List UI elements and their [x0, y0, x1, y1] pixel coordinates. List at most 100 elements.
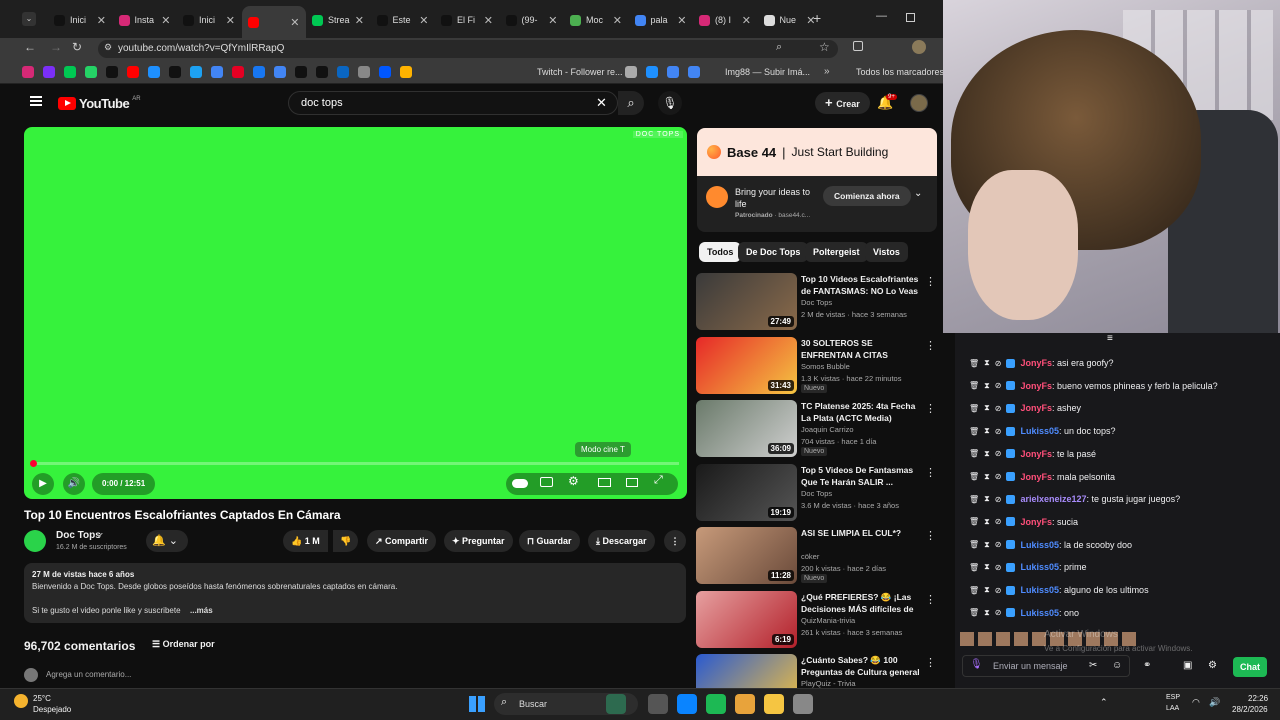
- video-channel[interactable]: Somos Bubble: [801, 362, 850, 371]
- bookmark-icon[interactable]: [253, 66, 265, 78]
- lang1[interactable]: ESP: [1166, 694, 1180, 701]
- chat-settings-icon[interactable]: ⚙: [1208, 660, 1217, 671]
- timeout-icon[interactable]: ⧗: [984, 358, 990, 368]
- ask-button[interactable]: ✦ Preguntar: [444, 530, 513, 552]
- reload-icon[interactable]: ↻: [72, 40, 82, 54]
- tab-close-icon[interactable]: ✕: [226, 14, 235, 27]
- chrome-icon[interactable]: [735, 694, 755, 714]
- more-options-icon[interactable]: ⋮: [925, 339, 936, 352]
- theater-mode-icon[interactable]: [598, 478, 611, 487]
- bookmark-icon[interactable]: [295, 66, 307, 78]
- recommended-video[interactable]: 31:43 30 SOLTEROS SE ENFRENTAN A CITAS RA…: [696, 336, 936, 395]
- dislike-button[interactable]: 👎: [333, 530, 359, 552]
- more-options-icon[interactable]: ⋮: [925, 529, 936, 542]
- bookmark-icon[interactable]: [400, 66, 412, 78]
- video-title[interactable]: Top 5 Videos De Fantasmas Que Te Harán S…: [801, 464, 926, 488]
- recommended-video[interactable]: 19:19 Top 5 Videos De Fantasmas Que Te Ha…: [696, 463, 936, 522]
- ban-icon[interactable]: ⊘: [995, 381, 1002, 390]
- search-button[interactable]: ⌕: [618, 91, 644, 115]
- bookmark-icon[interactable]: [337, 66, 349, 78]
- delete-icon[interactable]: 🗑: [969, 427, 979, 436]
- browser-tab[interactable]: (99- ✕: [500, 9, 564, 31]
- clock-time[interactable]: 22:26: [1248, 694, 1268, 703]
- browser-tab[interactable]: ✕: [241, 6, 306, 38]
- video-thumbnail[interactable]: 11:28: [696, 527, 797, 584]
- new-tab-button[interactable]: +: [813, 10, 821, 26]
- bookmark-icon[interactable]: [646, 66, 658, 78]
- clear-search-icon[interactable]: ✕: [596, 95, 607, 111]
- create-button[interactable]: + Crear: [815, 92, 870, 114]
- delete-icon[interactable]: 🗑: [969, 517, 979, 526]
- video-title[interactable]: ASI SE LIMPIA EL CUL*?: [801, 527, 926, 539]
- chip-all[interactable]: Todos: [699, 242, 742, 262]
- bookmark-img88[interactable]: Img88 — Subir Imá...: [725, 67, 810, 77]
- delete-icon[interactable]: 🗑: [969, 472, 979, 481]
- browser-tab[interactable]: (8) I ✕: [693, 9, 757, 31]
- bookmark-icon[interactable]: [85, 66, 97, 78]
- browser-tab[interactable]: Este ✕: [371, 9, 435, 31]
- timeout-icon[interactable]: ⧗: [984, 403, 990, 413]
- ban-icon[interactable]: ⊘: [995, 359, 1002, 368]
- channel-avatar[interactable]: [24, 530, 46, 552]
- tab-close-icon[interactable]: ✕: [548, 14, 557, 27]
- timeout-icon[interactable]: ⧗: [984, 540, 990, 550]
- bookmark-icon[interactable]: [190, 66, 202, 78]
- bookmark-icon[interactable]: [106, 66, 118, 78]
- delete-icon[interactable]: 🗑: [969, 608, 979, 617]
- tray-chevron-icon[interactable]: ⌃: [1100, 697, 1108, 708]
- delete-icon[interactable]: 🗑: [969, 495, 979, 504]
- chat-username[interactable]: JonyFs: [1020, 381, 1052, 391]
- ban-icon[interactable]: ⊘: [995, 404, 1002, 413]
- bookmark-icon[interactable]: [625, 66, 637, 78]
- recommended-video[interactable]: 11:28 ASI SE LIMPIA EL CUL*? cöker 200 k vi…: [696, 527, 936, 585]
- timeout-icon[interactable]: ⧗: [984, 449, 990, 459]
- video-thumbnail[interactable]: 19:19: [696, 463, 797, 521]
- video-player[interactable]: DOC TOPS Modo cine T ▶ 🔊 0:00 / 12:51 ⚙ …: [24, 127, 687, 499]
- video-thumbnail[interactable]: 36:09: [696, 400, 797, 457]
- chat-username[interactable]: JonyFs: [1020, 472, 1052, 482]
- bookmark-twitch[interactable]: Twitch - Follower re...: [537, 67, 623, 77]
- timeout-icon[interactable]: ⧗: [984, 585, 990, 595]
- bookmark-icon[interactable]: [358, 66, 370, 78]
- fullscreen-icon[interactable]: ⤢: [654, 474, 663, 487]
- chat-username[interactable]: arielxeneize127: [1020, 494, 1086, 504]
- subtitles-icon[interactable]: [540, 477, 553, 487]
- more-options-icon[interactable]: ⋮: [925, 402, 936, 415]
- share-button[interactable]: ↗ Compartir: [367, 530, 437, 552]
- ban-icon[interactable]: ⊘: [995, 495, 1002, 504]
- search-input[interactable]: doc tops: [288, 91, 618, 115]
- chip-poltergeist[interactable]: Poltergeist: [805, 242, 868, 262]
- back-icon[interactable]: ←: [24, 40, 36, 54]
- tab-close-icon[interactable]: ✕: [97, 14, 106, 27]
- extensions-icon[interactable]: [853, 41, 863, 51]
- chat-username[interactable]: JonyFs: [1020, 403, 1052, 413]
- ban-icon[interactable]: ⊘: [995, 563, 1002, 572]
- timeout-icon[interactable]: ⧗: [984, 608, 990, 618]
- video-thumbnail[interactable]: 27:49: [696, 273, 797, 330]
- ad-banner[interactable]: Base 44 | Just Start Building: [697, 128, 937, 176]
- tab-close-icon[interactable]: ✕: [742, 14, 751, 27]
- recommended-video[interactable]: 6:19 ¿Qué PREFIERES? 😂 ¡Las Decisiones MÁ…: [696, 590, 936, 649]
- volume-button[interactable]: 🔊: [63, 473, 85, 495]
- tab-close-icon[interactable]: ✕: [613, 14, 622, 27]
- chat-username[interactable]: Lukiss05: [1020, 540, 1059, 550]
- browser-tab[interactable]: pala ✕: [629, 9, 693, 31]
- file-explorer-icon[interactable]: [764, 694, 784, 714]
- points-icon[interactable]: ⚭: [1143, 660, 1151, 671]
- lang2[interactable]: LAA: [1166, 705, 1179, 712]
- video-thumbnail[interactable]: 31:43: [696, 336, 797, 394]
- channel-name[interactable]: Doc Tops: [56, 530, 101, 541]
- sort-comments-button[interactable]: ☰ Ordenar por: [152, 639, 215, 650]
- tab-close-icon[interactable]: ✕: [677, 14, 686, 27]
- ban-icon[interactable]: ⊘: [995, 427, 1002, 436]
- bookmark-icon[interactable]: [232, 66, 244, 78]
- delete-icon[interactable]: 🗑: [969, 381, 979, 390]
- recommended-video[interactable]: 27:49 Top 10 Videos Escalofriantes de FAN…: [696, 273, 936, 331]
- emote-picker-icon[interactable]: ☺: [1112, 660, 1122, 671]
- recommended-video[interactable]: 36:09 TC Platense 2025: 4ta Fecha La Plat…: [696, 400, 936, 458]
- bookmarks-all[interactable]: Todos los marcadores: [856, 67, 944, 77]
- video-title[interactable]: ¿Qué PREFIERES? 😂 ¡Las Decisiones MÁS di…: [801, 591, 926, 615]
- bookmark-icon[interactable]: [22, 66, 34, 78]
- delete-icon[interactable]: 🗑: [969, 449, 979, 458]
- autoplay-toggle[interactable]: [512, 479, 528, 488]
